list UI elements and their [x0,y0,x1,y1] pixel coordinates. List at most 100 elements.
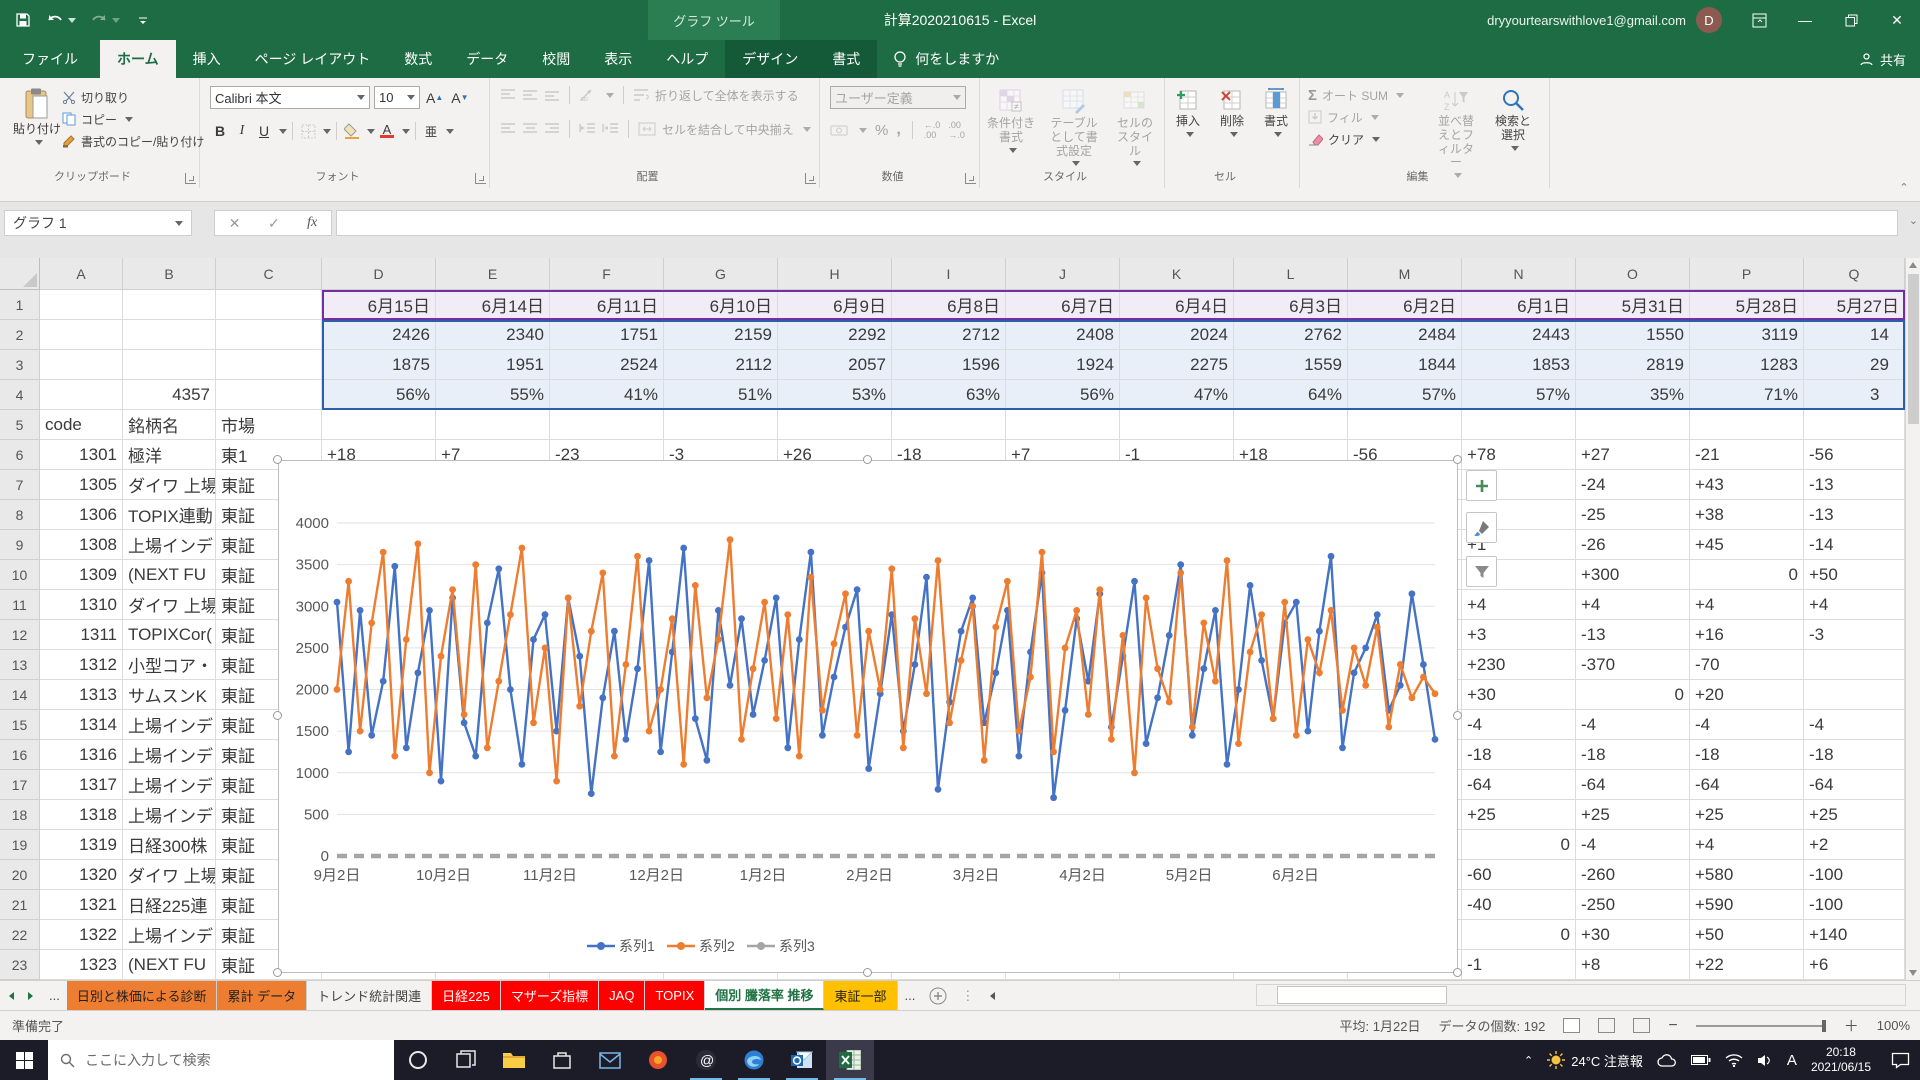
copy-button[interactable]: コピー [62,108,204,130]
column-header-A[interactable]: A [40,258,123,290]
cell-M5[interactable] [1348,410,1462,440]
bold-button[interactable]: B [210,120,230,142]
cell-A8[interactable]: 1306 [40,500,123,530]
cell-C1[interactable] [216,290,322,320]
cell-Q1[interactable]: 5月27日 [1804,290,1905,320]
chart-resize-handle[interactable] [863,968,872,977]
conditional-formatting-button[interactable]: ≠ 条件付き書式 [980,82,1042,159]
cell-G3[interactable]: 2112 [664,350,778,380]
chart-resize-handle[interactable] [273,455,282,464]
cell-D1[interactable]: 6月15日 [322,290,436,320]
borders-icon[interactable] [298,120,318,142]
clipboard-dialog-launcher[interactable] [185,173,196,184]
cell-M1[interactable]: 6月2日 [1348,290,1462,320]
normal-view-icon[interactable] [1563,1018,1580,1033]
column-header-E[interactable]: E [436,258,550,290]
cell-I3[interactable]: 1596 [892,350,1006,380]
cell-B2[interactable] [123,320,216,350]
cell-D5[interactable] [322,410,436,440]
cell-Q17[interactable]: -64 [1804,770,1905,800]
save-icon[interactable] [14,11,32,29]
cell-P21[interactable]: +590 [1690,890,1804,920]
cell-L1[interactable]: 6月3日 [1234,290,1348,320]
decrease-indent-icon[interactable] [579,122,596,136]
column-header-O[interactable]: O [1576,258,1690,290]
align-center-icon[interactable] [522,122,538,136]
row-header-6[interactable]: 6 [0,440,40,470]
cell-P6[interactable]: -21 [1690,440,1804,470]
font-name-combo[interactable]: Calibri 本文 [210,86,370,109]
cell-H1[interactable]: 6月9日 [778,290,892,320]
format-as-table-button[interactable]: テーブルとして書式設定 [1042,82,1106,172]
cell-N22[interactable]: 0 [1462,920,1576,950]
formula-input[interactable] [336,210,1898,236]
insert-cells-button[interactable]: 挿入 [1167,82,1209,143]
cell-M4[interactable]: 57% [1348,380,1462,410]
cell-E3[interactable]: 1951 [436,350,550,380]
cell-N15[interactable]: -4 [1462,710,1576,740]
ribbon-tab-挿入[interactable]: 挿入 [176,40,238,78]
cell-A11[interactable]: 1310 [40,590,123,620]
cell-B9[interactable]: 上場インデ [123,530,216,560]
cell-E5[interactable] [436,410,550,440]
taskbar-app-browser-orange-icon[interactable] [634,1040,682,1080]
cell-B12[interactable]: TOPIXCor( [123,620,216,650]
row-header-19[interactable]: 19 [0,830,40,860]
cell-O5[interactable] [1576,410,1690,440]
taskbar-app-mail-icon[interactable] [586,1040,634,1080]
cell-P7[interactable]: +43 [1690,470,1804,500]
format-cells-button[interactable]: 書式 [1255,82,1297,143]
taskbar-app-at-mail-icon[interactable]: @ [682,1040,730,1080]
cell-O15[interactable]: -4 [1576,710,1690,740]
cell-N5[interactable] [1462,410,1576,440]
cell-O18[interactable]: +25 [1576,800,1690,830]
cell-O7[interactable]: -24 [1576,470,1690,500]
cell-E2[interactable]: 2340 [436,320,550,350]
sheet-tab-東証一部[interactable]: 東証一部 [824,981,897,1010]
merge-center-button[interactable]: セルを結合して中央揃え [662,121,794,138]
ribbon-tab-ファイル[interactable]: ファイル [0,40,100,78]
column-header-Q[interactable]: Q [1804,258,1905,290]
column-header-B[interactable]: B [123,258,216,290]
cell-P15[interactable]: -4 [1690,710,1804,740]
cell-Q11[interactable]: +4 [1804,590,1905,620]
undo-icon[interactable] [46,11,64,29]
cell-G5[interactable] [664,410,778,440]
row-header-2[interactable]: 2 [0,320,40,350]
cell-B4[interactable]: 4357 [123,380,216,410]
cell-O8[interactable]: -25 [1576,500,1690,530]
row-header-21[interactable]: 21 [0,890,40,920]
cell-A18[interactable]: 1318 [40,800,123,830]
cell-P14[interactable]: +20 [1690,680,1804,710]
sheet-tab-個別 騰落率 推移[interactable]: 個別 騰落率 推移 [705,981,824,1010]
cell-P23[interactable]: +22 [1690,950,1804,980]
paste-button[interactable]: 貼り付け [6,82,68,151]
zoom-level[interactable]: 100% [1877,1018,1910,1033]
cell-B14[interactable]: サムスンK [123,680,216,710]
cell-A1[interactable] [40,290,123,320]
cell-N16[interactable]: -18 [1462,740,1576,770]
cell-I5[interactable] [892,410,1006,440]
cell-N4[interactable]: 57% [1462,380,1576,410]
cell-K3[interactable]: 2275 [1120,350,1234,380]
cell-P12[interactable]: +16 [1690,620,1804,650]
cell-O12[interactable]: -13 [1576,620,1690,650]
cell-A4[interactable] [40,380,123,410]
wrap-text-button[interactable]: 折り返して全体を表示する [655,87,799,104]
cell-Q12[interactable]: -3 [1804,620,1905,650]
column-header-M[interactable]: M [1348,258,1462,290]
cell-O16[interactable]: -18 [1576,740,1690,770]
chart-resize-handle[interactable] [1453,455,1462,464]
cell-A19[interactable]: 1319 [40,830,123,860]
row-header-4[interactable]: 4 [0,380,40,410]
sheet-bar-splitter[interactable]: ⋮ [954,981,981,1010]
cell-I2[interactable]: 2712 [892,320,1006,350]
cloud-icon[interactable] [1657,1053,1677,1067]
chart-elements-button[interactable] [1466,470,1497,501]
scroll-up-icon[interactable] [1909,262,1917,268]
cell-F3[interactable]: 2524 [550,350,664,380]
align-middle-icon[interactable] [522,88,538,102]
increase-font-icon[interactable]: A▲ [424,87,445,109]
sheet-tab-TOPIX[interactable]: TOPIX [645,981,705,1010]
chart-resize-handle[interactable] [863,455,872,464]
